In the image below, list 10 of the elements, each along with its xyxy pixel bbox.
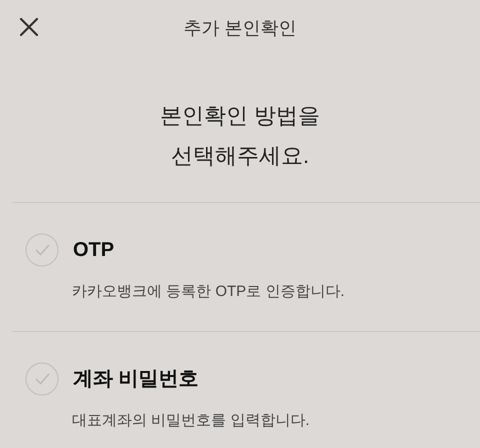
option-title[interactable]: OTP — [73, 235, 114, 265]
radio-check-icon[interactable] — [25, 362, 59, 396]
close-icon — [19, 17, 39, 37]
option-description: 카카오뱅크에 등록한 OTP로 인증합니다. — [71, 282, 346, 302]
radio-check-icon[interactable] — [25, 233, 59, 267]
heading-line: 본인확인 방법을 — [160, 102, 320, 130]
screen-title: 추가 본인확인 — [183, 16, 296, 40]
option-description: 대표계좌의 비밀번호를 입력합니다. — [71, 411, 311, 431]
option-title[interactable]: 계좌 비밀번호 — [73, 364, 199, 394]
heading-line: 선택해주세요. — [170, 142, 310, 170]
